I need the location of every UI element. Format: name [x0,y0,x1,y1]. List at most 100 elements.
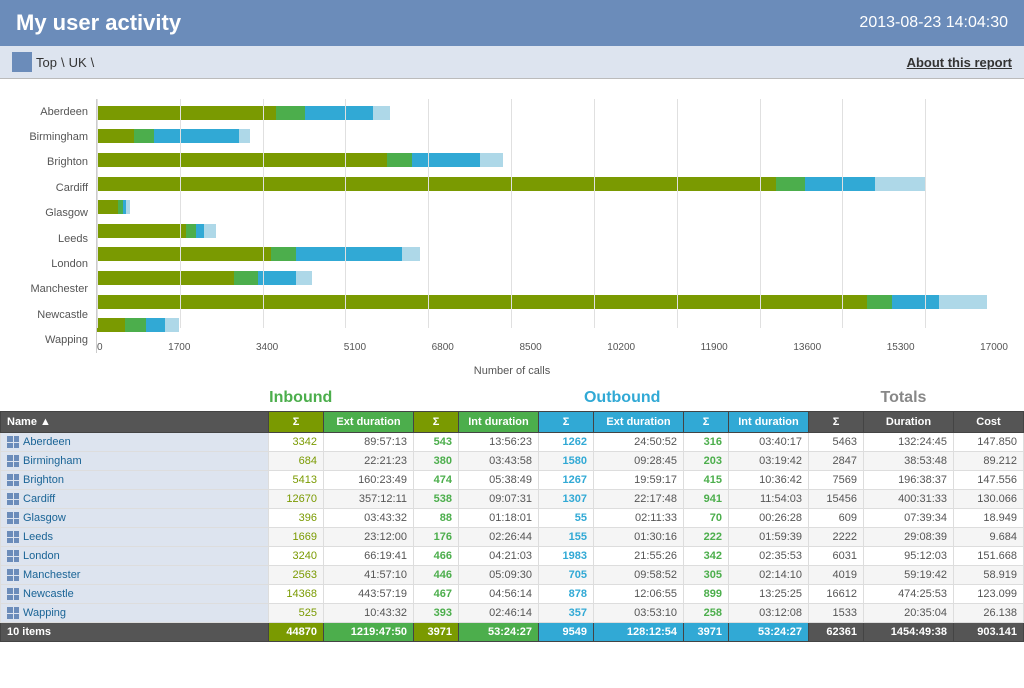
table-cell: 09:07:31 [459,490,539,509]
table-cell: 899 [684,585,729,604]
bar-segment [276,106,305,120]
bar-segment [402,247,420,261]
chart-bar-row [97,151,1008,169]
col-ib-isum[interactable]: Σ [414,412,459,433]
bar-segment [875,177,925,191]
chart-bar-row [97,127,1008,145]
bar-segment [412,153,480,167]
table-cell: 415 [684,471,729,490]
table-cell: 38:53:48 [864,452,954,471]
table-cell: 467 [414,585,459,604]
table-row: Birmingham68422:21:2338003:43:58158009:2… [1,452,1024,471]
chart-y-labels: AberdeenBirminghamBrightonCardiffGlasgow… [16,99,96,353]
x-axis-title: Number of calls [16,363,1008,385]
chart-y-label: Birmingham [16,126,88,148]
table-cell: 2222 [809,528,864,547]
bar-segment [186,224,195,238]
bar-segment [165,318,179,332]
table-cell: 16612 [809,585,864,604]
table-row: London324066:19:4146604:21:03198321:55:2… [1,547,1024,566]
section-headers: Inbound Outbound Totals [0,385,1024,411]
name-cell[interactable]: Brighton [1,471,269,490]
footer-cell: 3971 [414,623,459,642]
table-footer: 10 items448701219:47:50397153:24:2795491… [1,623,1024,642]
x-axis-label: 11900 [701,342,728,353]
col-ob-sum[interactable]: Σ [539,412,594,433]
table-cell: 3342 [269,433,324,452]
col-ob-ext[interactable]: Ext duration [594,412,684,433]
chart-bar-row [97,293,1008,311]
breadcrumb-uk[interactable]: UK [69,55,87,70]
table-cell: 22:21:23 [324,452,414,471]
col-name[interactable]: Name ▲ [1,412,269,433]
name-cell[interactable]: Newcastle [1,585,269,604]
table-cell: 03:43:58 [459,452,539,471]
footer-cell: 9549 [539,623,594,642]
chart-y-label: Newcastle [16,304,88,326]
bar-segment [196,224,204,238]
footer-cell: 44870 [269,623,324,642]
x-axis-label: 8500 [519,342,541,353]
table-cell: 9.684 [954,528,1024,547]
table-cell: 03:40:17 [729,433,809,452]
bar-segment [296,271,312,285]
col-ib-ext[interactable]: Ext duration [324,412,414,433]
header: My user activity 2013-08-23 14:04:30 [0,0,1024,46]
table-cell: 132:24:45 [864,433,954,452]
table-cell: 11:54:03 [729,490,809,509]
table-row: Leeds166923:12:0017602:26:4415501:30:162… [1,528,1024,547]
chart-y-label: Wapping [16,329,88,351]
col-t-cost[interactable]: Cost [954,412,1024,433]
bar-segment [480,153,502,167]
bar-segment [258,271,296,285]
table-cell: 09:58:52 [594,566,684,585]
name-cell[interactable]: Wapping [1,604,269,623]
bar-segment [234,271,258,285]
name-cell[interactable]: Aberdeen [1,433,269,452]
table-cell: 705 [539,566,594,585]
col-ob-int[interactable]: Int duration [729,412,809,433]
col-t-sum[interactable]: Σ [809,412,864,433]
footer-row: 10 items448701219:47:50397153:24:2795491… [1,623,1024,642]
table-row: Wapping52510:43:3239302:46:1435703:53:10… [1,604,1024,623]
chart-section: AberdeenBirminghamBrightonCardiffGlasgow… [0,79,1024,385]
table-cell: 59:19:42 [864,566,954,585]
bar-segment [97,177,776,191]
about-report-link[interactable]: About this report [907,55,1012,70]
col-ib-int[interactable]: Int duration [459,412,539,433]
bar-segment [97,295,867,309]
table-cell: 01:59:39 [729,528,809,547]
table-cell: 05:09:30 [459,566,539,585]
chart-bar-row [97,198,1008,216]
name-cell[interactable]: London [1,547,269,566]
col-ib-sum[interactable]: Σ [269,412,324,433]
bar-segment [296,247,402,261]
table-cell: 123.099 [954,585,1024,604]
col-ob-isum[interactable]: Σ [684,412,729,433]
header-datetime: 2013-08-23 14:04:30 [859,14,1008,32]
table-cell: 151.668 [954,547,1024,566]
name-cell[interactable]: Cardiff [1,490,269,509]
x-axis-label: 6800 [432,342,454,353]
name-cell[interactable]: Glasgow [1,509,269,528]
breadcrumb-top[interactable]: Top [36,55,57,70]
table-cell: 19:59:17 [594,471,684,490]
name-cell[interactable]: Manchester [1,566,269,585]
bar-segment [867,295,892,309]
table-cell: 04:21:03 [459,547,539,566]
bar-segment [125,318,146,332]
data-table: Name ▲ Σ Ext duration Σ Int duration Σ E… [0,411,1024,642]
table-cell: 20:35:04 [864,604,954,623]
col-t-dur[interactable]: Duration [864,412,954,433]
name-cell[interactable]: Birmingham [1,452,269,471]
chart-y-label: Leeds [16,228,88,250]
bar-segment [97,200,118,214]
chart-bar-row [97,175,1008,193]
table-cell: 95:12:03 [864,547,954,566]
name-cell[interactable]: Leeds [1,528,269,547]
chart-bar-row [97,269,1008,287]
table-cell: 176 [414,528,459,547]
table-cell: 1533 [809,604,864,623]
table-cell: 3240 [269,547,324,566]
table-cell: 941 [684,490,729,509]
